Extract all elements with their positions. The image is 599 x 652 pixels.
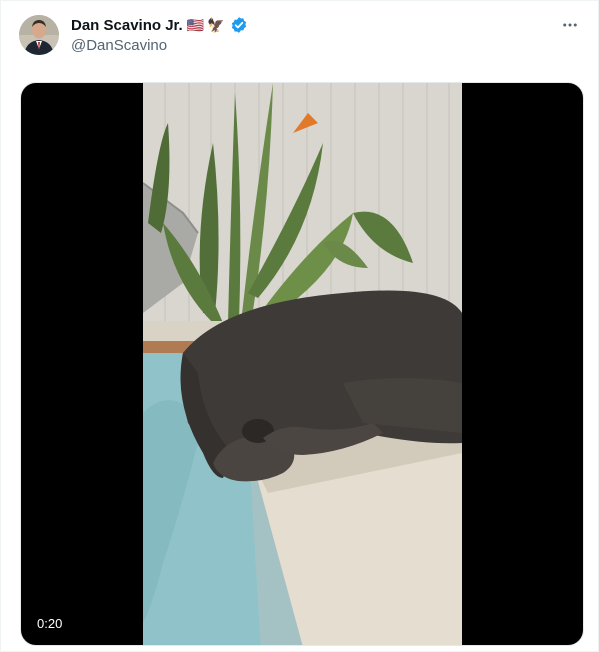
- verified-badge-icon: [230, 16, 248, 34]
- display-name[interactable]: Dan Scavino Jr.: [71, 17, 183, 34]
- author-handle[interactable]: @DanScavino: [71, 37, 167, 54]
- tweet-card: Dan Scavino Jr. 🇺🇸 🦅 @DanScavino 0:20: [0, 0, 599, 652]
- video-thumbnail[interactable]: [143, 83, 462, 645]
- eagle-emoji: 🦅: [207, 16, 225, 33]
- author-name-row: Dan Scavino Jr. 🇺🇸 🦅: [71, 16, 248, 34]
- ellipsis-icon: [563, 23, 577, 27]
- more-options-button[interactable]: [558, 13, 582, 37]
- sleeping-dog-by-pool-image: [143, 83, 462, 645]
- portrait-avatar-image: [19, 15, 59, 55]
- us-flag-emoji: 🇺🇸: [186, 16, 205, 33]
- video-player[interactable]: 0:20: [20, 82, 584, 646]
- video-duration: 0:20: [33, 614, 67, 633]
- avatar[interactable]: [19, 15, 59, 55]
